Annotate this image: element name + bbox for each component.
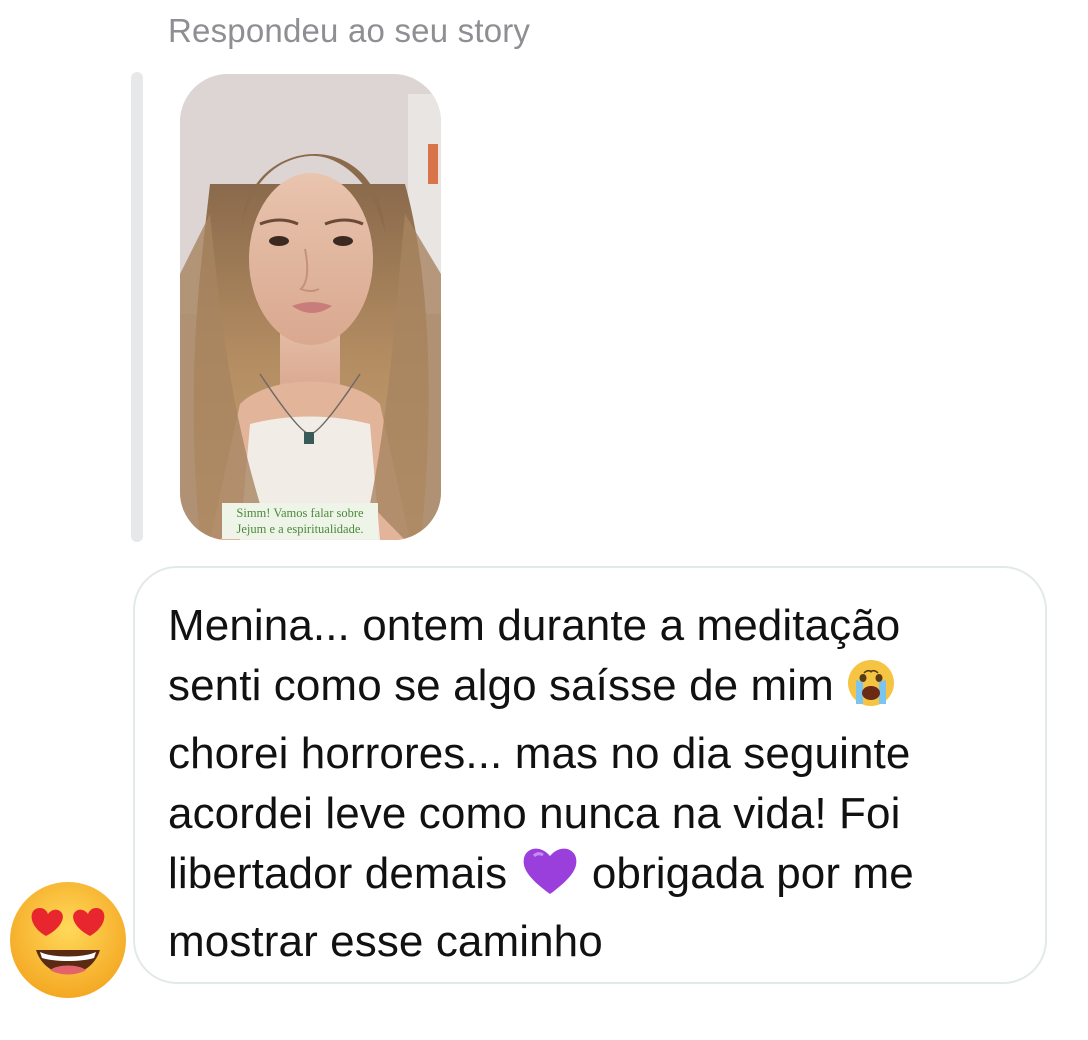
story-photo (180, 74, 441, 540)
message-text: Menina... ontem durante a meditação sent… (168, 596, 914, 972)
reply-quote-bar (131, 72, 143, 542)
message-line: acordei leve como nunca na vida! Foi (168, 789, 901, 838)
message-line: chorei horrores... mas no dia seguinte (168, 729, 911, 778)
message-line-text: libertador demais (168, 849, 508, 898)
message-line: libertador demais obrigada por me (168, 844, 914, 912)
reply-header: Respondeu ao seu story (168, 12, 531, 49)
story-caption-line: Jejum e a espiritualidade. (236, 522, 364, 536)
message-line-text: senti como se algo saísse de mim (168, 661, 834, 710)
message-line: senti como se algo saísse de mim (168, 656, 914, 724)
story-caption-line: Simm! Vamos falar sobre (236, 506, 364, 520)
heart-eyes-face-icon[interactable] (6, 878, 130, 1002)
message-line: mostrar esse caminho (168, 917, 603, 966)
purple-heart-icon (520, 844, 580, 912)
crying-face-icon (846, 658, 896, 724)
story-thumbnail[interactable] (180, 74, 441, 540)
message-line-text: obrigada por me (591, 849, 914, 898)
message-line: Menina... ontem durante a meditação (168, 601, 901, 650)
story-caption: Simm! Vamos falar sobre Jejum e a espiri… (222, 503, 378, 539)
